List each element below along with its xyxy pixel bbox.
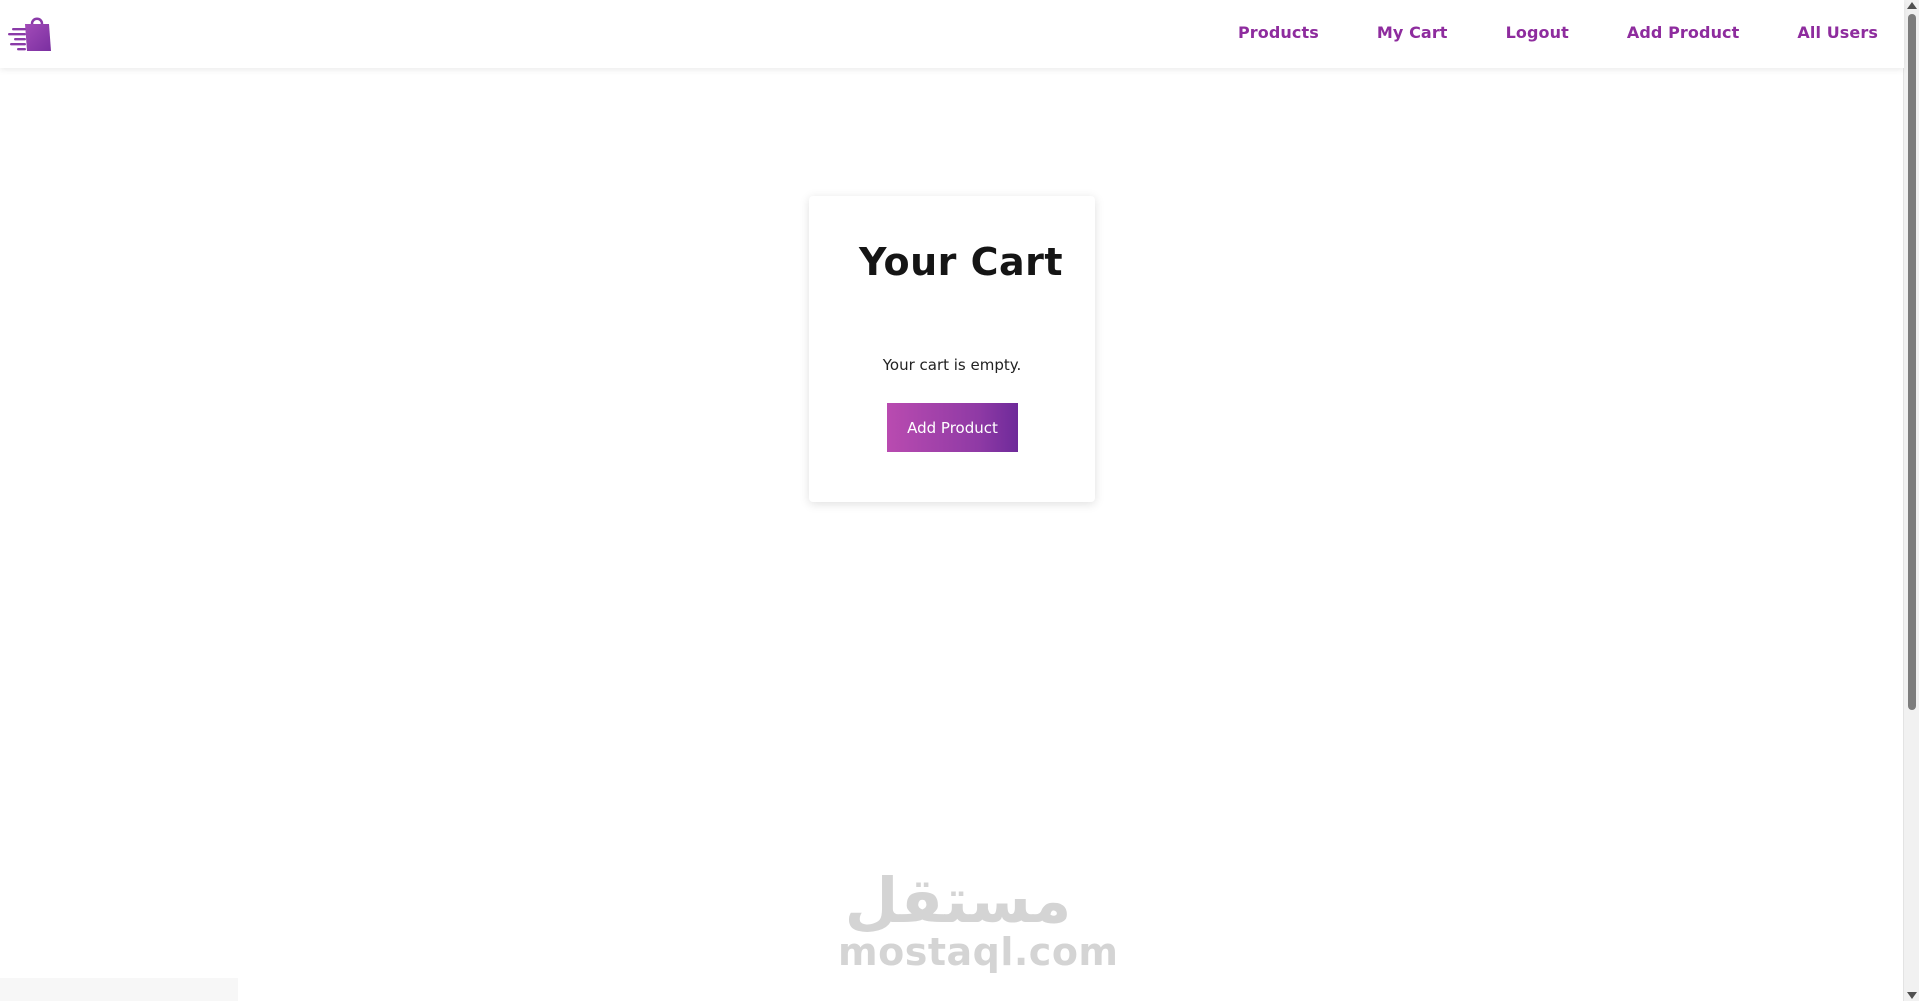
nav-link-all-users[interactable]: All Users — [1797, 23, 1878, 42]
mostaql-watermark: مستقل mostaql.com — [838, 864, 1119, 982]
vertical-scrollbar[interactable] — [1903, 0, 1919, 1001]
shopping-bag-logo-icon[interactable] — [8, 14, 52, 52]
nav-link-my-cart[interactable]: My Cart — [1377, 23, 1448, 42]
empty-cart-message: Your cart is empty. — [882, 356, 1022, 374]
watermark-arabic-text: مستقل — [844, 864, 1072, 937]
scrollbar-thumb[interactable] — [1908, 14, 1916, 710]
scroll-down-arrow-icon[interactable] — [1907, 992, 1917, 999]
nav-link-add-product[interactable]: Add Product — [1627, 23, 1740, 42]
scroll-up-arrow-icon[interactable] — [1907, 2, 1917, 9]
nav-links: Products My Cart Logout Add Product All … — [1238, 0, 1878, 64]
nav-link-products[interactable]: Products — [1238, 23, 1319, 42]
add-product-button[interactable]: Add Product — [887, 403, 1018, 452]
nav-link-logout[interactable]: Logout — [1506, 23, 1569, 42]
top-navbar: Products My Cart Logout Add Product All … — [0, 0, 1904, 68]
watermark-latin-text: mostaql.com — [838, 930, 1119, 974]
cart-card: Your Cart Your cart is empty. Add Produc… — [809, 196, 1095, 502]
page-title: Your Cart — [858, 240, 1064, 284]
page: Products My Cart Logout Add Product All … — [0, 0, 1919, 1001]
status-bar-area — [0, 978, 238, 1001]
